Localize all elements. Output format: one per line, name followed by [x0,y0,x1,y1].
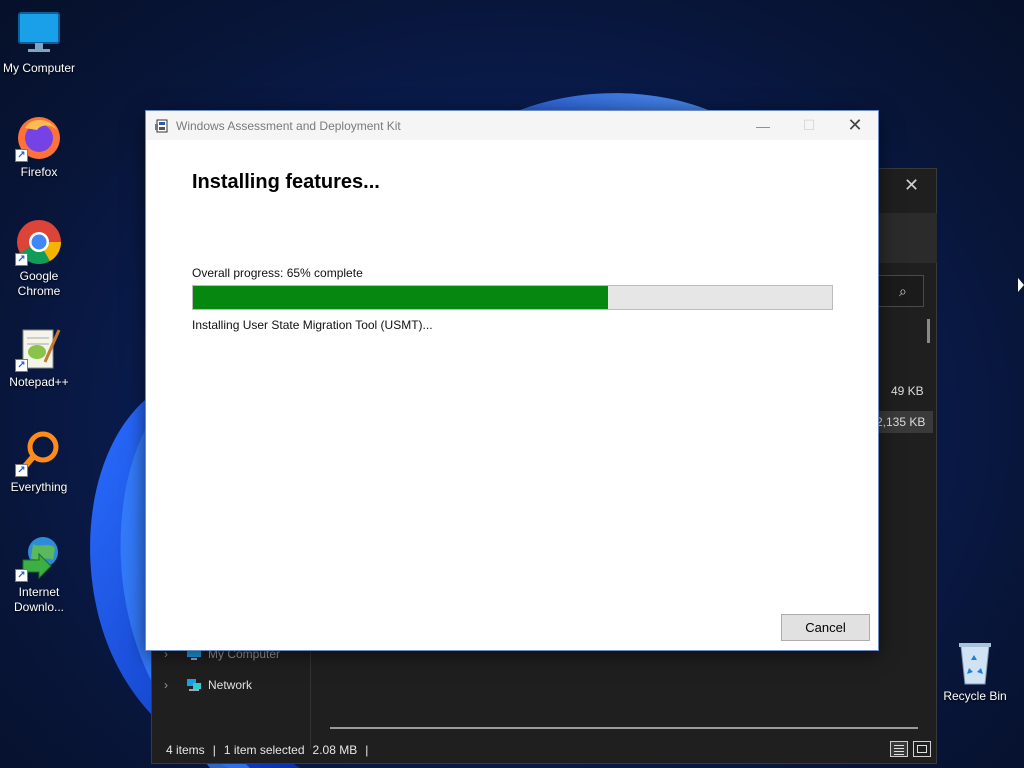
mouse-cursor-icon [1018,278,1024,292]
monitor-icon [15,10,63,58]
desktop-icon-label: My Computer [2,61,76,75]
desktop-icon-firefox[interactable]: ↗ Firefox [0,114,78,180]
status-separator: | [212,743,216,757]
status-separator: | [365,743,369,757]
shortcut-arrow-icon: ↗ [15,359,28,372]
desktop-icon-internet-download-manager[interactable]: ↗ Internet Downlo... [0,534,78,615]
desktop-icon-label: Google Chrome [17,269,61,298]
dialog-title: Windows Assessment and Deployment Kit [176,118,401,133]
overall-progress-label: Overall progress: 65% complete [192,266,363,280]
large-icons-view-icon[interactable] [913,741,931,757]
search-icon: ⌕ [899,283,907,299]
nav-item-network[interactable]: › Network [164,678,252,692]
firefox-icon: ↗ [15,114,63,162]
desktop-icon-my-computer[interactable]: My Computer [0,10,78,76]
horizontal-scrollbar[interactable] [330,727,918,729]
shortcut-arrow-icon: ↗ [15,149,28,162]
shortcut-arrow-icon: ↗ [15,569,28,582]
desktop-icon-label: Internet Downlo... [13,585,65,614]
file-size-cell-selected[interactable]: 2,135 KB [874,411,934,433]
desktop-icon-chrome[interactable]: ↗ Google Chrome [0,218,78,299]
dialog-title-bar[interactable]: Windows Assessment and Deployment Kit — … [146,111,878,140]
minimize-button[interactable]: — [740,111,786,140]
file-size-cell: 49 KB [891,384,924,398]
progress-bar-fill [193,286,609,309]
explorer-scrollbar[interactable] [927,319,930,343]
status-item-count: 4 items [166,743,205,757]
explorer-search-box[interactable]: ⌕ [878,275,924,307]
adk-installer-dialog: Windows Assessment and Deployment Kit — … [145,110,879,651]
desktop-icon-notepadpp[interactable]: ↗ Notepad++ [0,324,78,390]
network-icon [187,679,201,691]
status-selected-size: 2.08 MB [312,743,358,757]
desktop-icon-everything[interactable]: ↗ Everything [0,429,78,495]
desktop-icon-label: Firefox [20,165,58,179]
globe-download-icon: ↗ [15,534,63,582]
close-button[interactable]: ✕ [832,111,878,140]
installer-app-icon [155,119,168,132]
shortcut-arrow-icon: ↗ [15,464,28,477]
recycle-bin-icon [951,638,999,686]
desktop-icon-label: Notepad++ [9,375,69,389]
status-selected: 1 item selected [223,743,305,757]
overall-progress-bar [192,285,833,310]
chrome-icon: ↗ [15,218,63,266]
explorer-ribbon [879,213,937,263]
explorer-close-icon[interactable]: ✕ [904,175,919,196]
chevron-right-icon[interactable]: › [164,678,186,692]
details-view-icon[interactable] [890,741,908,757]
page-title: Installing features... [192,171,380,193]
search-magnifier-icon: ↗ [15,429,63,477]
desktop-icon-label: Recycle Bin [943,689,1007,703]
desktop-icon-label: Everything [10,480,68,494]
current-feature-status: Installing User State Migration Tool (US… [192,318,433,332]
maximize-button: ☐ [802,117,816,133]
explorer-status-bar: 4 items | 1 item selected 2.08 MB | [166,743,368,757]
cancel-button[interactable]: Cancel [781,614,870,641]
nav-item-label: Network [208,678,253,692]
desktop-icon-recycle-bin[interactable]: Recycle Bin [936,638,1014,704]
nav-pane-divider [310,649,311,749]
notepadpp-icon: ↗ [15,324,63,372]
shortcut-arrow-icon: ↗ [15,253,28,266]
